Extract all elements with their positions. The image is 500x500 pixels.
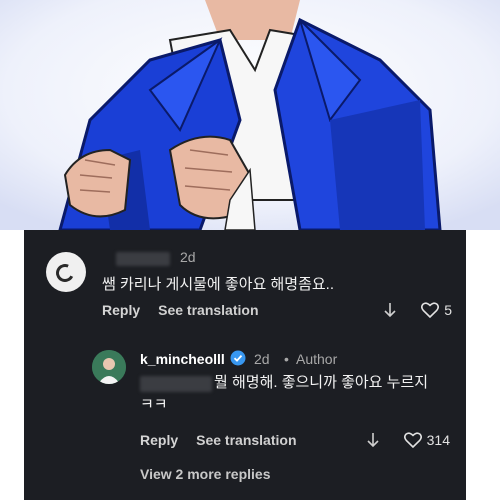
blurred-username: [116, 252, 170, 266]
heart-icon[interactable]: [421, 302, 440, 318]
author-badge: Author: [296, 351, 338, 367]
comment-item: 2d 쌤 카리나 게시물에 좋아요 해명좀요.. Reply See trans…: [24, 230, 466, 340]
view-more-replies-button[interactable]: View 2 more replies: [140, 466, 270, 482]
down-arrow-icon[interactable]: [383, 302, 397, 318]
separator-dot: •: [284, 351, 289, 367]
avatar[interactable]: [92, 350, 126, 384]
comment-actions: Reply See translation 5: [102, 302, 452, 318]
verified-badge-icon: [230, 350, 246, 366]
see-translation-button[interactable]: See translation: [158, 302, 258, 318]
like-count: 5: [444, 302, 452, 318]
comment-time: 2d: [254, 351, 270, 367]
comment-text: 쌤 카리나 게시물에 좋아요 해명좀요..: [102, 276, 335, 293]
heart-icon[interactable]: [403, 432, 422, 448]
down-arrow-icon[interactable]: [366, 432, 380, 448]
comments-panel: 2d 쌤 카리나 게시물에 좋아요 해명좀요.. Reply See trans…: [24, 230, 466, 500]
comment-text: 뭘 해명해. 좋으니까 좋아요 누르지 ㅋㅋ: [140, 374, 429, 413]
see-translation-button[interactable]: See translation: [196, 432, 296, 448]
like-count: 314: [426, 432, 450, 448]
user-photo-icon: [92, 350, 126, 384]
username[interactable]: k_mincheolll: [140, 351, 225, 367]
illustration-image: [0, 0, 500, 230]
reply-button[interactable]: Reply: [140, 432, 178, 448]
avatar[interactable]: [46, 252, 86, 292]
reply-comment-item: k_mincheolll 2d • Author 뭘 해명해. 좋으니까 좋아요…: [24, 340, 466, 460]
comment-time: 2d: [180, 249, 196, 265]
reply-button[interactable]: Reply: [102, 302, 140, 318]
comment-actions: Reply See translation 314: [140, 432, 450, 448]
default-avatar-icon: [53, 261, 77, 285]
